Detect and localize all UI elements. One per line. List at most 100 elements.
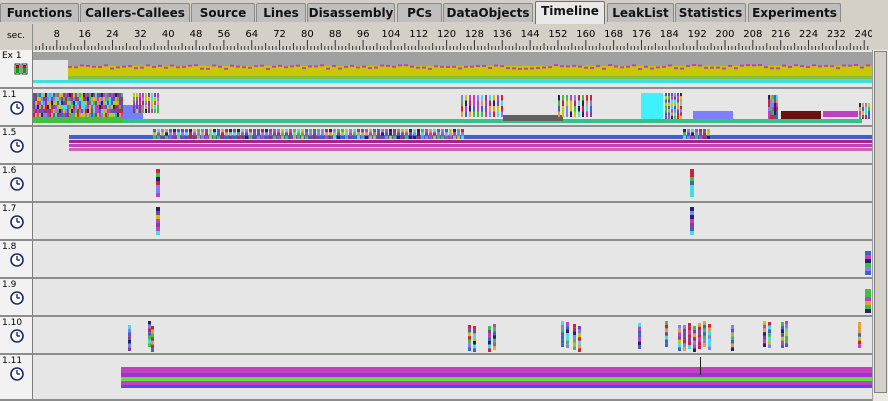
summary-magenta-tick[interactable]: [314, 65, 318, 68]
event-stack-segment[interactable]: [865, 255, 871, 259]
event-stack-segment[interactable]: [221, 129, 224, 133]
event-stack-segment[interactable]: [381, 132, 384, 136]
event-stack-segment[interactable]: [708, 342, 711, 347]
event-stack-segment[interactable]: [683, 325, 686, 329]
row-timeline-canvas[interactable]: [33, 127, 872, 163]
event-stack-segment[interactable]: [313, 129, 316, 133]
event-stack-segment[interactable]: [97, 97, 99, 101]
event-stack-segment[interactable]: [574, 106, 576, 112]
event-stack-segment[interactable]: [683, 339, 686, 344]
event-stack-segment[interactable]: [731, 347, 734, 351]
event-stack-segment[interactable]: [103, 109, 105, 113]
event-stack-segment[interactable]: [693, 329, 696, 334]
event-stack-segment[interactable]: [165, 129, 168, 133]
event-stack-segment[interactable]: [95, 113, 97, 117]
summary-magenta-tick[interactable]: [536, 66, 540, 69]
event-stack-segment[interactable]: [87, 109, 89, 113]
event-stack-segment[interactable]: [57, 101, 59, 105]
summary-magenta-tick[interactable]: [428, 67, 432, 70]
event-stack-segment[interactable]: [774, 115, 776, 119]
event-stack-segment[interactable]: [85, 109, 87, 113]
event-stack-segment[interactable]: [397, 135, 400, 139]
event-stack-segment[interactable]: [293, 135, 296, 139]
event-stack-segment[interactable]: [785, 321, 788, 325]
event-stack-segment[interactable]: [385, 132, 388, 136]
event-stack-segment[interactable]: [703, 135, 706, 139]
event-stack-segment[interactable]: [277, 132, 280, 136]
event-stack-segment[interactable]: [698, 341, 701, 346]
event-stack-segment[interactable]: [103, 105, 105, 109]
event-stack-segment[interactable]: [690, 223, 694, 227]
summary-magenta-tick[interactable]: [674, 67, 678, 70]
event-stack-segment[interactable]: [37, 113, 39, 117]
event-stack-segment[interactable]: [859, 103, 861, 107]
event-stack-segment[interactable]: [89, 105, 91, 109]
event-stack-segment[interactable]: [433, 135, 436, 139]
event-stack-segment[interactable]: [109, 109, 111, 113]
event-stack-segment[interactable]: [111, 101, 113, 105]
summary-magenta-tick[interactable]: [68, 65, 72, 68]
event-stack-segment[interactable]: [67, 109, 69, 113]
event-stack-segment[interactable]: [586, 95, 588, 101]
summary-magenta-tick[interactable]: [224, 67, 228, 70]
event-stack-segment[interactable]: [401, 129, 404, 133]
summary-magenta-tick[interactable]: [596, 65, 600, 68]
event-stack-segment[interactable]: [768, 344, 771, 348]
event-stack-segment[interactable]: [566, 329, 569, 334]
event-stack-segment[interactable]: [858, 325, 861, 330]
summary-cyan-line[interactable]: [33, 80, 872, 83]
event-stack-segment[interactable]: [269, 129, 272, 133]
event-stack-segment[interactable]: [671, 106, 673, 110]
event-stack-segment[interactable]: [107, 105, 109, 109]
event-stack-segment[interactable]: [53, 113, 55, 117]
event-stack-segment[interactable]: [321, 129, 324, 133]
event-stack-segment[interactable]: [277, 135, 280, 139]
event-stack-segment[interactable]: [197, 129, 200, 133]
event-stack-segment[interactable]: [241, 132, 244, 136]
event-stack-segment[interactable]: [489, 106, 491, 112]
event-stack-segment[interactable]: [109, 105, 111, 109]
event-stack-segment[interactable]: [85, 113, 87, 117]
event-stack-segment[interactable]: [688, 345, 691, 349]
event-stack-segment[interactable]: [156, 219, 160, 223]
event-stack-segment[interactable]: [677, 106, 679, 110]
event-stack-segment[interactable]: [582, 100, 584, 107]
event-stack-segment[interactable]: [301, 132, 304, 136]
summary-magenta-tick[interactable]: [692, 64, 696, 67]
event-stack-segment[interactable]: [858, 336, 861, 341]
event-stack-segment[interactable]: [317, 132, 320, 136]
event-stack-segment[interactable]: [349, 129, 352, 133]
event-stack-segment[interactable]: [693, 333, 696, 338]
event-stack-segment[interactable]: [225, 129, 228, 133]
event-stack-segment[interactable]: [493, 95, 495, 101]
event-stack-segment[interactable]: [148, 343, 151, 347]
event-stack-segment[interactable]: [405, 129, 408, 133]
event-stack-segment[interactable]: [578, 95, 580, 101]
event-stack-segment[interactable]: [477, 111, 479, 118]
summary-magenta-tick[interactable]: [368, 67, 372, 70]
tab-timeline[interactable]: Timeline: [535, 1, 605, 24]
summary-magenta-tick[interactable]: [854, 64, 858, 67]
summary-magenta-tick[interactable]: [74, 66, 78, 69]
event-stack-segment[interactable]: [353, 132, 356, 136]
event-stack-segment[interactable]: [772, 103, 774, 107]
event-stack-segment[interactable]: [157, 97, 159, 101]
summary-magenta-tick[interactable]: [830, 65, 834, 68]
event-stack-segment[interactable]: [77, 113, 79, 117]
summary-magenta-tick[interactable]: [512, 67, 516, 70]
event-stack-segment[interactable]: [574, 111, 576, 118]
event-stack-segment[interactable]: [680, 109, 682, 113]
event-stack-segment[interactable]: [481, 106, 483, 112]
event-stack-segment[interactable]: [157, 129, 160, 133]
event-stack-segment[interactable]: [105, 97, 107, 101]
tab-leaklist[interactable]: LeakList: [607, 3, 674, 22]
event-stack-segment[interactable]: [763, 324, 766, 329]
event-stack-segment[interactable]: [683, 132, 686, 136]
row-timeline-canvas[interactable]: [33, 355, 872, 399]
event-stack-segment[interactable]: [47, 105, 49, 109]
event-stack-segment[interactable]: [638, 326, 641, 331]
event-stack-segment[interactable]: [245, 135, 248, 139]
event-block[interactable]: [121, 367, 872, 373]
event-stack-segment[interactable]: [99, 101, 101, 105]
event-stack-segment[interactable]: [708, 327, 711, 332]
